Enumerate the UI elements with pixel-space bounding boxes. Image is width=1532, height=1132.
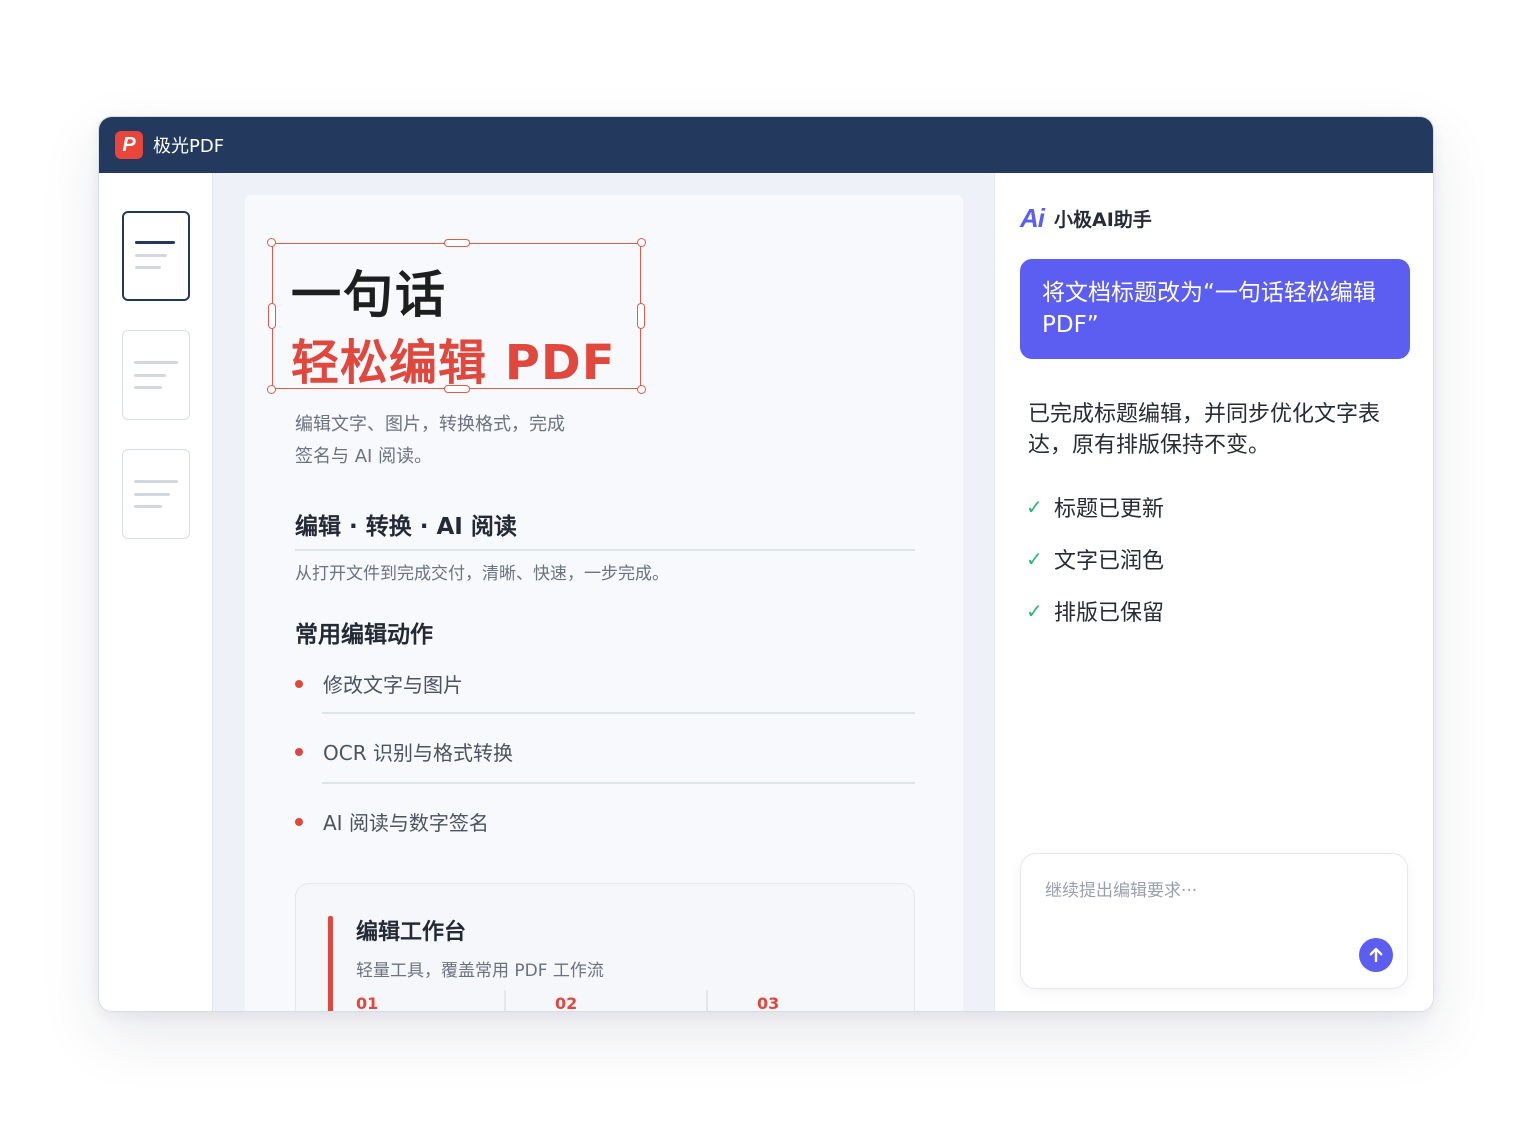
title-bar: P 极光PDF xyxy=(99,117,1433,173)
action-label: OCR 识别与格式转换 xyxy=(323,741,513,765)
check-label: 排版已保留 xyxy=(1054,601,1165,626)
step-divider xyxy=(706,990,708,1011)
action-label: 修改文字与图片 xyxy=(323,673,463,697)
check-item: ✓ 排版已保留 xyxy=(1026,595,1164,627)
action-list-item: 修改文字与图片 xyxy=(295,665,915,705)
document-title-line1[interactable]: 一句话 xyxy=(291,255,447,327)
check-label: 标题已更新 xyxy=(1054,497,1165,522)
app-title: 极光PDF xyxy=(153,136,225,157)
assistant-header: Ai 小极AI助手 xyxy=(1020,203,1152,234)
user-message-bubble: 将文档标题改为“一句话轻松编辑PDF” xyxy=(1020,259,1410,359)
thumbnail-line xyxy=(134,374,166,377)
page-thumbnail-sidebar xyxy=(99,173,213,1011)
chat-input[interactable]: 继续提出编辑要求··· xyxy=(1020,853,1408,989)
app-logo-icon: P xyxy=(115,131,143,159)
thumbnail-line xyxy=(135,266,161,269)
document-title-line2[interactable]: 轻松编辑 PDF xyxy=(291,323,616,393)
subtitle-line: 编辑文字、图片，转换格式，完成 xyxy=(295,414,565,435)
section-heading-actions: 常用编辑动作 xyxy=(295,622,433,648)
resize-handle-bottom-left[interactable] xyxy=(267,385,276,394)
document-area: 一句话 轻松编辑 PDF 编辑文字、图片，转换格式，完成 签名与 AI 阅读。 … xyxy=(213,173,995,1011)
action-label: AI 阅读与数字签名 xyxy=(323,811,489,835)
ai-logo-icon: Ai xyxy=(1020,203,1045,233)
thumbnail-line xyxy=(135,254,167,257)
resize-handle-top-left[interactable] xyxy=(267,238,276,247)
card-title: 编辑工作台 xyxy=(356,920,467,945)
resize-handle-top-right[interactable] xyxy=(637,238,646,247)
arrow-up-icon xyxy=(1369,947,1383,963)
bullet-icon xyxy=(295,818,303,826)
step-number: 01 xyxy=(356,994,379,1012)
chat-input-placeholder: 继续提出编辑要求··· xyxy=(1045,881,1198,901)
step-number: 02 xyxy=(555,994,578,1012)
document-subtitle: 编辑文字、图片，转换格式，完成 签名与 AI 阅读。 xyxy=(295,409,635,473)
resize-handle-left[interactable] xyxy=(268,303,276,329)
step-divider xyxy=(504,990,506,1011)
check-label: 文字已润色 xyxy=(1054,549,1165,574)
thumbnail-line xyxy=(134,505,162,508)
subtitle-line: 签名与 AI 阅读。 xyxy=(295,446,433,467)
check-item: ✓ 标题已更新 xyxy=(1026,491,1164,523)
section-heading-features: 编辑 · 转换 · AI 阅读 xyxy=(295,514,517,540)
thumbnail-line xyxy=(134,361,178,364)
section-divider xyxy=(295,549,915,551)
thumbnail-line xyxy=(134,480,178,483)
send-button[interactable] xyxy=(1359,938,1393,972)
assistant-name: 小极AI助手 xyxy=(1054,209,1152,231)
section-description: 从打开文件到完成交付，清晰、快速，一步完成。 xyxy=(295,564,669,584)
card-accent-bar xyxy=(328,916,333,1011)
check-icon: ✓ xyxy=(1026,547,1043,571)
bullet-icon xyxy=(295,680,303,688)
assistant-reply: 已完成标题编辑，并同步优化文字表达，原有排版保持不变。 xyxy=(1028,402,1381,458)
thumbnail-line xyxy=(134,386,162,389)
page-thumbnail-1[interactable] xyxy=(122,211,190,301)
document-page: 一句话 轻松编辑 PDF 编辑文字、图片，转换格式，完成 签名与 AI 阅读。 … xyxy=(245,195,963,1011)
bullet-icon xyxy=(295,748,303,756)
step-number: 03 xyxy=(757,994,780,1012)
resize-handle-bottom-right[interactable] xyxy=(637,385,646,394)
action-list-item: AI 阅读与数字签名 xyxy=(295,803,915,843)
page-thumbnail-2[interactable] xyxy=(122,330,190,420)
thumbnail-line xyxy=(134,493,170,496)
check-item: ✓ 文字已润色 xyxy=(1026,543,1164,575)
page-thumbnail-3[interactable] xyxy=(122,449,190,539)
list-divider xyxy=(322,712,915,714)
card-subtitle: 轻量工具，覆盖常用 PDF 工作流 xyxy=(356,961,604,981)
app-window: P 极光PDF 一句话 轻松编辑 PDF 编辑文字、图片，转换格式，完成 签名与… xyxy=(98,116,1434,1012)
thumbnail-line xyxy=(135,241,175,244)
resize-handle-right[interactable] xyxy=(637,303,645,329)
ai-assistant-panel: Ai 小极AI助手 将文档标题改为“一句话轻松编辑PDF” 已完成标题编辑，并同… xyxy=(996,173,1433,1011)
action-list-item: OCR 识别与格式转换 xyxy=(295,733,915,773)
check-icon: ✓ xyxy=(1026,495,1043,519)
resize-handle-top[interactable] xyxy=(444,239,470,247)
workbench-card: 编辑工作台 轻量工具，覆盖常用 PDF 工作流 01 02 03 xyxy=(295,883,915,1012)
check-icon: ✓ xyxy=(1026,599,1043,623)
list-divider xyxy=(322,782,915,784)
